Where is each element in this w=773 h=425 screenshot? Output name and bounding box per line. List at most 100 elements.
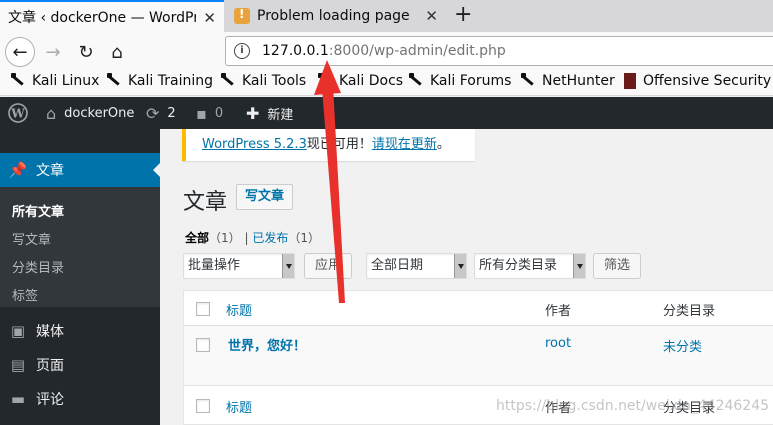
wordpress-logo-icon: W <box>8 103 28 123</box>
reload-icon[interactable]: ↻ <box>71 37 101 67</box>
offsec-icon <box>624 73 636 89</box>
new-content-link[interactable]: ✚ 新建 <box>246 97 293 129</box>
comments-count: 0 <box>214 105 224 121</box>
filter-button[interactable]: 筛选 <box>593 253 642 279</box>
close-tab-icon[interactable]: ✕ <box>425 7 438 25</box>
wordpress-logo-icon[interactable]: W <box>8 97 28 129</box>
submenu-add-new[interactable]: 写文章 <box>12 229 51 248</box>
page-icon: ▤ <box>10 356 26 374</box>
bookmark-label: Kali Linux <box>32 73 100 89</box>
menu-pages[interactable]: ▤ 页面 <box>0 348 160 382</box>
menu-label: 页面 <box>36 358 64 374</box>
date-filter-select[interactable]: 全部日期 <box>366 253 467 279</box>
bulk-action-select[interactable]: 批量操作 <box>183 253 295 279</box>
submenu-categories[interactable]: 分类目录 <box>12 257 64 276</box>
apply-button[interactable]: 应用 <box>304 253 353 279</box>
column-title[interactable]: 标题 <box>226 397 252 416</box>
forward-icon[interactable]: → <box>38 37 68 67</box>
tab-label: Problem loading page <box>257 8 410 24</box>
select-all-checkbox[interactable] <box>196 302 210 316</box>
filter-published[interactable]: 已发布 <box>252 231 288 245</box>
submenu-tags[interactable]: 标签 <box>12 285 38 304</box>
tab-wp-admin[interactable]: 文章 ‹ dockerOne — WordPr ✕ <box>0 0 224 32</box>
chevron-down-icon <box>573 254 585 278</box>
bookmark-kali-linux[interactable]: Kali Linux <box>10 73 99 89</box>
info-icon[interactable]: i <box>234 43 250 59</box>
admin-sidebar: 📌 文章 所有文章 写文章 分类目录 标签 ▣ 媒体 ▤ 页面 ▬ 评论 <box>0 129 160 425</box>
pin-icon: 📌 <box>8 161 28 179</box>
bookmark-label: Kali Tools <box>242 73 307 89</box>
post-title-link[interactable]: 世界，您好！ <box>228 335 306 354</box>
url-bar[interactable]: i 127.0.0.1:8000/wp-admin/edit.php <box>225 36 773 66</box>
bookmark-kali-docs[interactable]: Kali Docs <box>317 73 403 89</box>
filter-separator: | <box>244 231 249 245</box>
url-path: :8000/wp-admin/edit.php <box>328 43 506 59</box>
tab-bar: 文章 ‹ dockerOne — WordPr ✕ Problem loadin… <box>0 0 773 32</box>
menu-label: 文章 <box>36 163 64 179</box>
chevron-down-icon <box>282 254 294 278</box>
updates-icon: ⟳ <box>146 103 160 123</box>
category-filter-select[interactable]: 所有分类目录 <box>474 253 586 279</box>
bookmark-label: Kali Forums <box>430 73 512 89</box>
comments-link[interactable]: ▪ 0 <box>196 97 223 129</box>
filter-count: （1） <box>209 231 241 245</box>
notice-text: 现已可用！ <box>306 137 372 152</box>
status-filters: 全部（1） | 已发布（1） <box>185 229 320 246</box>
bookmark-label: NetHunter <box>542 73 615 89</box>
new-tab-icon[interactable]: + <box>454 2 472 27</box>
plus-icon: ✚ <box>246 103 260 123</box>
site-name-link[interactable]: ⌂ dockerOne <box>46 97 134 129</box>
bookmark-label: Kali Docs <box>339 73 404 89</box>
bookmark-kali-tools[interactable]: Kali Tools <box>220 73 306 89</box>
site-name: dockerOne <box>64 105 135 121</box>
back-icon[interactable]: ← <box>5 37 35 67</box>
comment-icon: ▪ <box>196 103 207 123</box>
bookmarks-bar: Kali Linux Kali Training Kali Tools Kali… <box>0 70 773 96</box>
url-host: 127.0.0.1 <box>262 43 329 59</box>
submenu-all-posts[interactable]: 所有文章 <box>12 201 64 220</box>
bookmark-nethunter[interactable]: NetHunter <box>520 73 615 89</box>
kali-dragon-icon <box>10 73 26 89</box>
kali-dragon-icon <box>520 73 536 89</box>
select-value: 所有分类目录 <box>479 258 558 273</box>
update-now-link[interactable]: 请现在更新 <box>372 137 437 152</box>
add-new-button[interactable]: 写文章 <box>236 184 294 210</box>
bookmark-offensive-security[interactable]: Offensive Security <box>624 73 771 89</box>
bookmark-kali-forums[interactable]: Kali Forums <box>408 73 511 89</box>
notice-text: 。 <box>436 137 450 152</box>
filter-count: （1） <box>288 231 321 245</box>
kali-dragon-icon <box>106 73 122 89</box>
column-author: 作者 <box>545 304 572 319</box>
comment-icon: ▬ <box>10 390 26 408</box>
posts-submenu: 所有文章 写文章 分类目录 标签 <box>0 187 160 307</box>
updates-link[interactable]: ⟳ 2 <box>146 97 176 129</box>
post-category-link[interactable]: 未分类 <box>663 336 702 355</box>
tab-label: 文章 ‹ dockerOne — WordPr <box>8 10 196 26</box>
bookmark-kali-training[interactable]: Kali Training <box>106 73 213 89</box>
tab-problem-loading[interactable]: Problem loading page ✕ <box>226 0 446 32</box>
column-title[interactable]: 标题 <box>226 300 252 319</box>
close-tab-icon[interactable]: ✕ <box>203 9 216 27</box>
row-checkbox[interactable] <box>196 338 210 352</box>
post-author-link[interactable]: root <box>545 336 571 351</box>
select-all-checkbox[interactable] <box>196 399 210 413</box>
menu-posts[interactable]: 📌 文章 <box>0 153 160 187</box>
wordpress-version-link[interactable]: WordPress 5.2.3 <box>202 137 307 152</box>
menu-label: 媒体 <box>36 324 64 340</box>
menu-comments[interactable]: ▬ 评论 <box>0 382 160 416</box>
wp-admin-bar: W ⌂ dockerOne ⟳ 2 ▪ 0 ✚ 新建 <box>0 97 773 129</box>
bookmark-label: Kali Training <box>128 73 213 89</box>
kali-dragon-icon <box>220 73 236 89</box>
select-value: 批量操作 <box>188 258 241 273</box>
menu-media[interactable]: ▣ 媒体 <box>0 314 160 348</box>
table-header-row: 标题 作者 分类目录 <box>184 291 773 326</box>
filter-all[interactable]: 全部 <box>185 231 209 245</box>
update-notice: WordPress 5.2.3现已可用！请现在更新。 <box>182 129 475 161</box>
column-category: 分类目录 <box>663 304 716 319</box>
kali-dragon-icon <box>317 73 333 89</box>
kali-dragon-icon <box>408 73 424 89</box>
watermark: https://blog.csdn.net/weixin_44246245 <box>496 398 770 414</box>
bookmark-label: Offensive Security <box>643 73 772 89</box>
home-icon[interactable]: ⌂ <box>102 37 132 67</box>
select-value: 全部日期 <box>371 258 424 273</box>
